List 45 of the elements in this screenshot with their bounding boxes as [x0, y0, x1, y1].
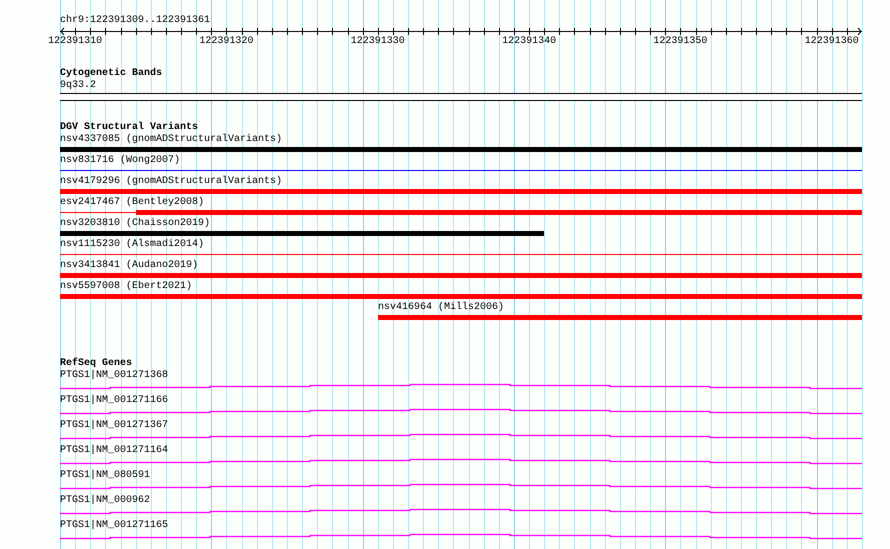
- ruler-label: 122391360: [804, 36, 859, 48]
- gene-intron-line[interactable]: [60, 484, 862, 490]
- variant-label: nsv5597008 (Ebert2021): [60, 281, 192, 293]
- gene-label: PTGS1|NM_001271166: [60, 395, 168, 407]
- gene-label: PTGS1|NM_001271368: [60, 370, 168, 382]
- ruler-label: 122391340: [502, 36, 556, 48]
- variant-bar[interactable]: [60, 147, 862, 152]
- gene-label: PTGS1|NM_001271165: [60, 520, 168, 532]
- variant-label: nsv4337085 (gnomADStructuralVariants): [60, 134, 282, 146]
- variant-bar[interactable]: [60, 189, 862, 194]
- location-label: chr9:122391309..122391361: [60, 15, 210, 27]
- variant-bar[interactable]: [60, 273, 862, 278]
- variant-line[interactable]: [60, 212, 136, 213]
- variant-bar[interactable]: [60, 294, 862, 299]
- variant-bar[interactable]: [136, 210, 862, 215]
- ruler-label: 122391310: [48, 36, 102, 48]
- gene-label: PTGS1|NM_080591: [60, 470, 150, 482]
- gene-label: PTGS1|NM_001271164: [60, 445, 168, 457]
- gene-intron-line[interactable]: [60, 384, 862, 390]
- variant-line[interactable]: [60, 254, 862, 255]
- variant-label: nsv831716 (Wong2007): [60, 155, 180, 167]
- band-label: 9q33.2: [60, 80, 96, 92]
- ruler-label: 122391320: [199, 36, 254, 48]
- variant-label: nsv4179296 (gnomADStructuralVariants): [60, 176, 282, 188]
- track-title: DGV Structural Variants: [60, 122, 198, 134]
- variant-label: nsv1115230 (Alsmadi2014): [60, 239, 204, 251]
- gene-intron-line[interactable]: [60, 534, 862, 540]
- variant-label: nsv3203810 (Chaisson2019): [60, 218, 210, 230]
- gene-intron-line[interactable]: [60, 508, 862, 514]
- gene-intron-line[interactable]: [60, 458, 862, 464]
- variant-line[interactable]: [60, 170, 862, 171]
- variant-label: nsv3413841 (Audano2019): [60, 260, 198, 272]
- chromosome-band[interactable]: [60, 93, 862, 101]
- track-title: RefSeq Genes: [60, 358, 132, 370]
- gene-intron-line[interactable]: [60, 408, 862, 414]
- variant-label: esv2417467 (Bentley2008): [60, 197, 204, 209]
- ruler-label: 122391350: [653, 36, 708, 48]
- variant-label: nsv416964 (Mills2006): [378, 302, 504, 314]
- track-title: Cytogenetic Bands: [60, 68, 162, 80]
- gene-intron-line[interactable]: [60, 434, 862, 440]
- gene-label: PTGS1|NM_000962: [60, 495, 150, 507]
- ruler-label: 122391330: [350, 36, 405, 48]
- gene-label: PTGS1|NM_001271367: [60, 420, 168, 432]
- variant-bar[interactable]: [378, 315, 862, 320]
- variant-bar[interactable]: [60, 231, 544, 236]
